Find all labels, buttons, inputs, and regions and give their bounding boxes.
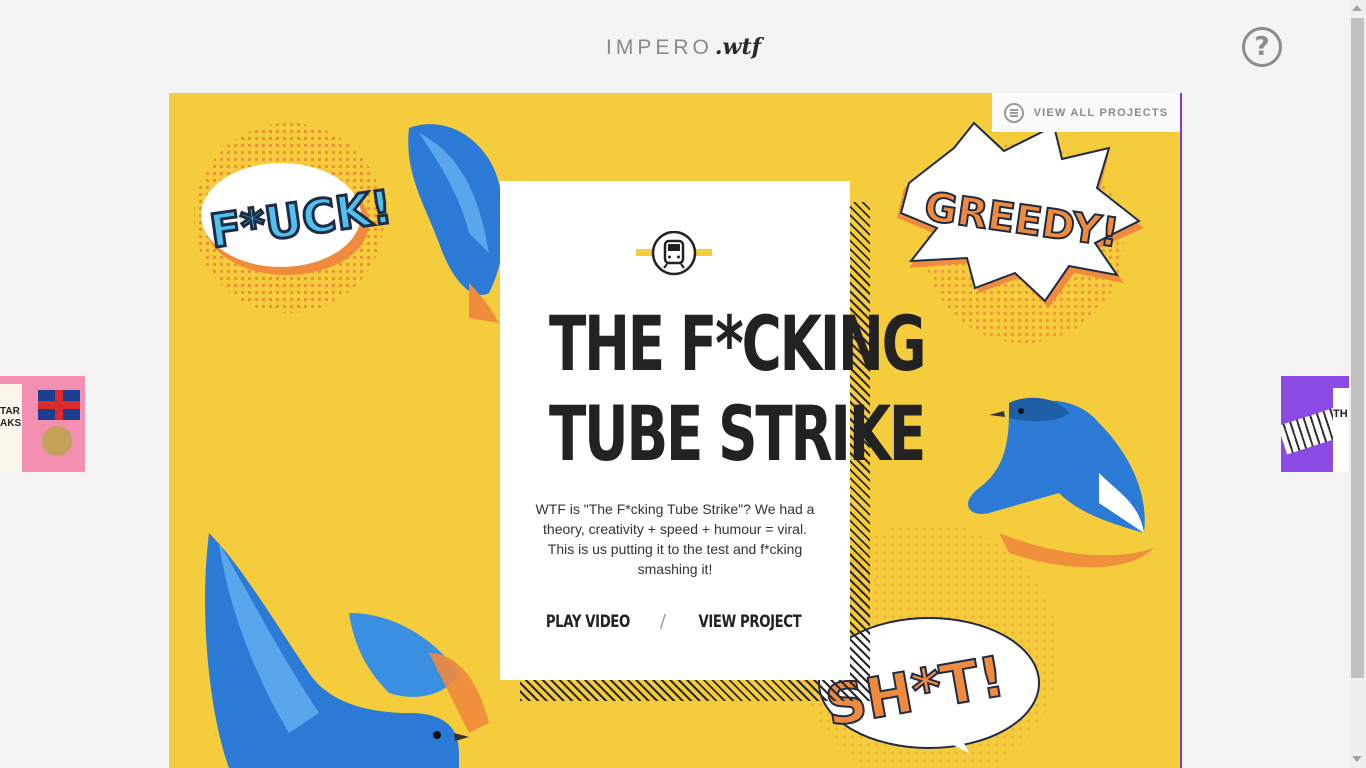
scroll-up-arrow-icon[interactable] [1352, 5, 1362, 11]
view-all-projects-label: VIEW ALL PROJECTS [1033, 106, 1169, 119]
project-title-line2: TUBE STRIKE [549, 389, 926, 478]
view-project-button[interactable]: VIEW PROJECT [698, 612, 801, 632]
prev-project-paper: TAR AKS [0, 384, 22, 472]
help-icon: ? [1254, 32, 1270, 62]
actions-separator: / [659, 611, 666, 632]
logo-main-text: IMPERO [606, 36, 713, 59]
logo-sub-text: .wtf [714, 34, 762, 60]
union-flag-icon [38, 390, 80, 420]
bluebird-bottom [205, 533, 489, 768]
coin-icon [42, 426, 72, 456]
project-title: THE F*CKING TUBE STRIKE [549, 299, 927, 479]
next-project-paper: TH [1333, 388, 1349, 472]
scrollbar-thumb[interactable] [1351, 18, 1364, 678]
menu-icon [1003, 102, 1024, 123]
tube-train-icon [636, 231, 712, 276]
card-actions: PLAY VIDEO / VIEW PROJECT [500, 611, 850, 632]
greedy-sticker: GREEDY! [897, 121, 1144, 343]
project-card: THE F*CKING TUBE STRIKE WTF is "The F*ck… [500, 181, 927, 680]
project-stage: F*UCK! GREEDY! SH*T! VIEW ALL PROJECTS T… [169, 93, 1182, 768]
bluebird-top [408, 124, 505, 323]
help-button[interactable]: ? [1242, 27, 1282, 67]
prev-project-thumbnail[interactable]: TAR AKS [0, 376, 85, 472]
play-video-button[interactable]: PLAY VIDEO [546, 612, 630, 632]
project-title-line1: THE F*CKING [549, 299, 927, 388]
fuck-sticker: F*UCK! [194, 123, 397, 313]
next-project-thumbnail[interactable]: TH [1281, 376, 1349, 472]
project-description: WTF is "The F*cking Tube Strike"? We had… [535, 501, 815, 577]
site-logo[interactable]: IMPERO .wtf [606, 34, 761, 62]
view-all-projects-button[interactable]: VIEW ALL PROJECTS [992, 93, 1180, 132]
scroll-down-arrow-icon[interactable] [1352, 756, 1362, 762]
